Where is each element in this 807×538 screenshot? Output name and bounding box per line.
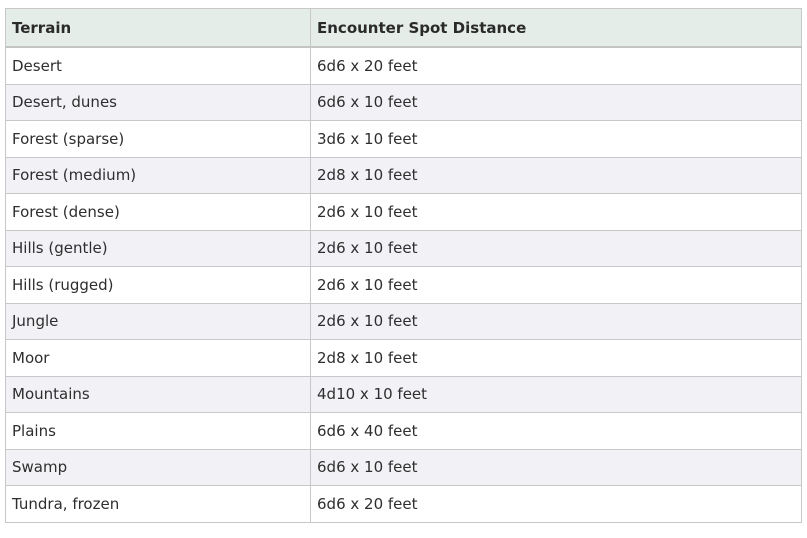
terrain-cell: Hills (rugged) xyxy=(5,266,311,304)
distance-cell: 2d6 x 10 feet xyxy=(310,229,802,267)
encounter-spot-distance-table: Terrain Encounter Spot Distance Desert 6… xyxy=(5,8,802,523)
distance-cell: 2d8 x 10 feet xyxy=(310,339,802,377)
table-row: Jungle 2d6 x 10 feet xyxy=(5,302,802,340)
distance-cell: 6d6 x 10 feet xyxy=(310,83,802,121)
table-row: Forest (dense) 2d6 x 10 feet xyxy=(5,193,802,231)
terrain-cell: Forest (dense) xyxy=(5,193,311,231)
table-row: Forest (medium) 2d8 x 10 feet xyxy=(5,156,802,194)
distance-cell: 2d6 x 10 feet xyxy=(310,266,802,304)
terrain-cell: Forest (medium) xyxy=(5,156,311,194)
column-header-encounter-spot-distance: Encounter Spot Distance xyxy=(310,8,802,48)
distance-cell: 6d6 x 20 feet xyxy=(310,485,802,523)
terrain-cell: Desert, dunes xyxy=(5,83,311,121)
table-row: Mountains 4d10 x 10 feet xyxy=(5,375,802,413)
table-row: Desert, dunes 6d6 x 10 feet xyxy=(5,83,802,121)
distance-cell: 2d6 x 10 feet xyxy=(310,193,802,231)
table-row: Hills (rugged) 2d6 x 10 feet xyxy=(5,266,802,304)
terrain-cell: Jungle xyxy=(5,302,311,340)
table-header-row: Terrain Encounter Spot Distance xyxy=(5,8,802,48)
table-row: Forest (sparse) 3d6 x 10 feet xyxy=(5,120,802,158)
terrain-cell: Tundra, frozen xyxy=(5,485,311,523)
terrain-cell: Mountains xyxy=(5,375,311,413)
terrain-cell: Hills (gentle) xyxy=(5,229,311,267)
distance-cell: 2d6 x 10 feet xyxy=(310,302,802,340)
table-row: Hills (gentle) 2d6 x 10 feet xyxy=(5,229,802,267)
encounter-table-container: Terrain Encounter Spot Distance Desert 6… xyxy=(5,8,802,523)
terrain-cell: Forest (sparse) xyxy=(5,120,311,158)
table-row: Tundra, frozen 6d6 x 20 feet xyxy=(5,485,802,523)
table-row: Plains 6d6 x 40 feet xyxy=(5,412,802,450)
terrain-cell: Plains xyxy=(5,412,311,450)
distance-cell: 6d6 x 20 feet xyxy=(310,46,802,85)
terrain-cell: Moor xyxy=(5,339,311,377)
distance-cell: 2d8 x 10 feet xyxy=(310,156,802,194)
table-row: Desert 6d6 x 20 feet xyxy=(5,46,802,85)
distance-cell: 4d10 x 10 feet xyxy=(310,375,802,413)
table-row: Swamp 6d6 x 10 feet xyxy=(5,448,802,486)
distance-cell: 6d6 x 40 feet xyxy=(310,412,802,450)
distance-cell: 3d6 x 10 feet xyxy=(310,120,802,158)
terrain-cell: Swamp xyxy=(5,448,311,486)
terrain-cell: Desert xyxy=(5,46,311,85)
table-row: Moor 2d8 x 10 feet xyxy=(5,339,802,377)
distance-cell: 6d6 x 10 feet xyxy=(310,448,802,486)
column-header-terrain: Terrain xyxy=(5,8,311,48)
